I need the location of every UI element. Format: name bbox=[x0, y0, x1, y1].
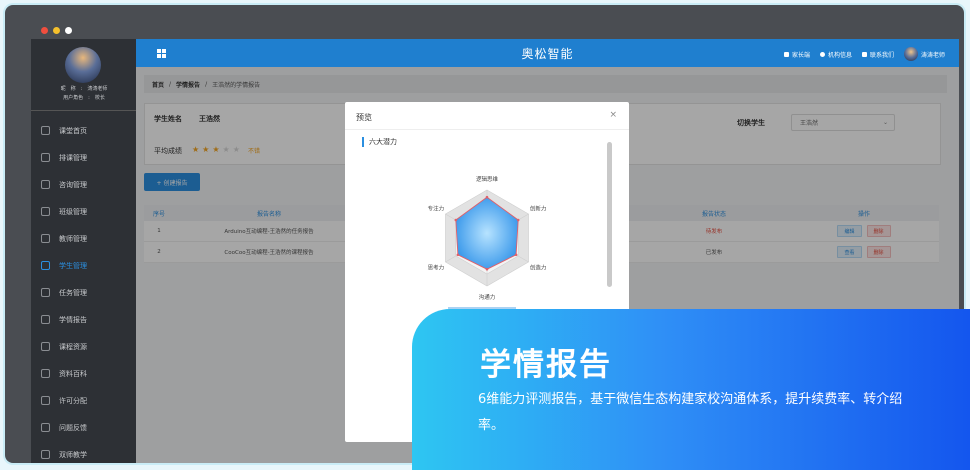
archive-icon bbox=[41, 369, 50, 378]
modal-divider bbox=[345, 129, 629, 130]
chat-icon bbox=[41, 450, 50, 459]
user-info: 昵 称 : 涛涛老师 用户角色 : 校长 bbox=[39, 85, 129, 103]
parent-link-label: 家长端 bbox=[791, 51, 810, 59]
sidebar-item[interactable]: 课程资源 bbox=[31, 333, 136, 360]
nickname-label-1: 昵 bbox=[60, 86, 66, 92]
nickname-value: 涛涛老师 bbox=[87, 86, 108, 92]
org-info-link-label: 机构信息 bbox=[827, 51, 852, 59]
radar-axis-label: 创造力 bbox=[530, 264, 547, 272]
sidebar-item[interactable]: 课堂首页 bbox=[31, 117, 136, 144]
sidebar-item[interactable]: 资料百科 bbox=[31, 360, 136, 387]
contact-link[interactable]: 联系我们 bbox=[861, 50, 894, 59]
sidebar-item-label: 课堂首页 bbox=[59, 126, 87, 135]
sidebar-item-label: 排课管理 bbox=[59, 153, 87, 162]
sidebar-item[interactable]: 学生管理 bbox=[31, 252, 136, 279]
radar-axis-label: 沟通力 bbox=[479, 293, 496, 301]
role-label: 用户角色 bbox=[63, 95, 84, 101]
nickname-colon: : bbox=[80, 86, 83, 92]
sidebar-item[interactable]: 教师管理 bbox=[31, 225, 136, 252]
sidebar-menu: 课堂首页排课管理咨询管理班级管理教师管理学生管理任务管理学情报告课程资源资料百科… bbox=[31, 117, 136, 463]
maximize-dot[interactable] bbox=[65, 27, 72, 34]
sidebar-item[interactable]: 咨询管理 bbox=[31, 171, 136, 198]
sidebar-item-label: 许可分配 bbox=[59, 396, 87, 405]
window-controls bbox=[41, 27, 72, 34]
modal-title: 预览 bbox=[356, 113, 372, 122]
avatar[interactable] bbox=[65, 47, 101, 83]
home-icon bbox=[41, 126, 50, 135]
phone-icon bbox=[861, 51, 867, 57]
close-dot[interactable] bbox=[41, 27, 48, 34]
folder-icon bbox=[41, 207, 50, 216]
radar-axis-label: 专注力 bbox=[428, 205, 445, 213]
promo-banner: 学情报告 6维能力评测报告，基于微信生态构建家校沟通体系，提升续费率、转介绍率。 bbox=[412, 309, 970, 470]
radar-point bbox=[485, 267, 489, 271]
top-header: 奥松智能 家长端 机构信息 联系我们 涛涛老师 bbox=[136, 39, 959, 67]
radar-point bbox=[514, 253, 518, 257]
radar-point bbox=[456, 253, 460, 257]
sidebar-item-label: 学生管理 bbox=[59, 261, 87, 270]
sidebar-item-label: 咨询管理 bbox=[59, 180, 87, 189]
radar-axis-label: 思考力 bbox=[428, 264, 445, 272]
link-icon bbox=[41, 396, 50, 405]
modal-scrollbar[interactable] bbox=[607, 142, 612, 287]
sidebar-item-label: 班级管理 bbox=[59, 207, 87, 216]
promo-text: 6维能力评测报告，基于微信生态构建家校沟通体系，提升续费率、转介绍率。 bbox=[478, 392, 903, 433]
minimize-dot[interactable] bbox=[53, 27, 60, 34]
radar-point bbox=[454, 218, 458, 222]
clipboard-icon bbox=[41, 288, 50, 297]
radar-point bbox=[485, 195, 489, 199]
info-icon bbox=[819, 51, 825, 57]
org-info-link[interactable]: 机构信息 bbox=[819, 50, 852, 59]
sidebar-item[interactable]: 排课管理 bbox=[31, 144, 136, 171]
sidebar-item-label: 资料百科 bbox=[59, 369, 87, 378]
promo-title: 学情报告 bbox=[480, 347, 612, 383]
radar-axis-label: 创新力 bbox=[530, 205, 547, 213]
report-icon bbox=[41, 315, 50, 324]
sidebar-item[interactable]: 双师教学 bbox=[31, 441, 136, 463]
student-icon bbox=[41, 261, 50, 270]
header-avatar bbox=[903, 47, 918, 61]
header-links: 家长端 机构信息 联系我们 涛涛老师 bbox=[783, 47, 945, 61]
role-colon: : bbox=[88, 95, 90, 101]
sidebar: 昵 称 : 涛涛老师 用户角色 : 校长 课堂首页排课管理咨询管理班级管理教师管… bbox=[31, 39, 136, 463]
parent-link[interactable]: 家长端 bbox=[783, 50, 810, 59]
teacher-icon bbox=[41, 234, 50, 243]
contact-link-label: 联系我们 bbox=[869, 51, 894, 59]
parent-icon bbox=[783, 51, 789, 57]
section-title: 六大潜力 bbox=[362, 137, 397, 147]
radar-chart: 逻辑思维创新力创造力沟通力 思考力 专注力 bbox=[428, 175, 547, 301]
sidebar-item[interactable]: 班级管理 bbox=[31, 198, 136, 225]
book-icon bbox=[41, 342, 50, 351]
sidebar-item[interactable]: 问题反馈 bbox=[31, 414, 136, 441]
sidebar-divider bbox=[31, 110, 136, 111]
sidebar-item-label: 双师教学 bbox=[59, 450, 87, 459]
header-username: 涛涛老师 bbox=[920, 51, 945, 59]
headset-icon bbox=[41, 180, 50, 189]
sidebar-item-label: 任务管理 bbox=[59, 288, 87, 297]
user-menu[interactable]: 涛涛老师 bbox=[903, 47, 945, 61]
sidebar-item[interactable]: 许可分配 bbox=[31, 387, 136, 414]
close-icon[interactable]: × bbox=[609, 110, 617, 120]
sidebar-item-label: 教师管理 bbox=[59, 234, 87, 243]
sidebar-item-label: 问题反馈 bbox=[59, 423, 87, 432]
radar-axis-label: 逻辑思维 bbox=[476, 175, 499, 183]
radar-point bbox=[516, 218, 520, 222]
role-value: 校长 bbox=[94, 95, 105, 101]
sidebar-item[interactable]: 学情报告 bbox=[31, 306, 136, 333]
nickname-label-2: 称 bbox=[70, 86, 76, 92]
sidebar-item[interactable]: 任务管理 bbox=[31, 279, 136, 306]
feedback-icon bbox=[41, 423, 50, 432]
calendar-icon bbox=[41, 153, 50, 162]
sidebar-item-label: 学情报告 bbox=[59, 315, 87, 324]
sidebar-item-label: 课程资源 bbox=[59, 342, 87, 351]
